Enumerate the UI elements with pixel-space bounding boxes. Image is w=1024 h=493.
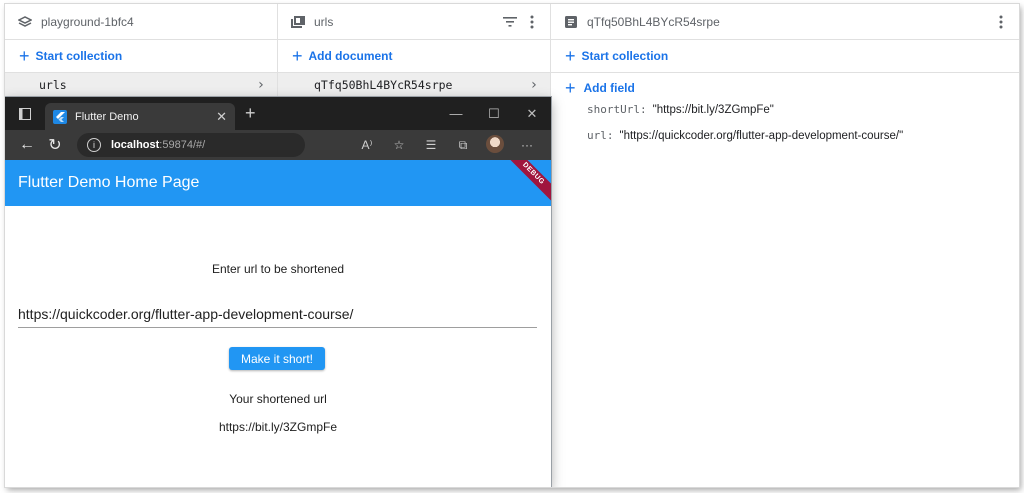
- field-value: "https://bit.ly/3ZGmpFe": [652, 104, 774, 116]
- add-document-label: Add document: [308, 49, 393, 63]
- close-tab-icon[interactable]: ✕: [216, 109, 227, 125]
- chevron-right-icon: ›: [529, 77, 538, 93]
- collection-name: urls: [39, 78, 67, 92]
- window-controls: — ☐ ✕: [437, 106, 551, 122]
- more-menu-icon[interactable]: ···: [511, 138, 543, 152]
- flutter-logo-icon: [53, 109, 67, 124]
- result-label: Your shortened url: [229, 392, 327, 406]
- start-subcollection-button[interactable]: + Start collection: [551, 40, 1019, 73]
- document-panel: qTfq50BhL4BYcR54srpe + Start collection …: [551, 4, 1019, 487]
- flutter-app-content: Enter url to be shortened https://quickc…: [5, 206, 551, 457]
- field-key: url:: [587, 129, 614, 142]
- url-prompt-label: Enter url to be shortened: [211, 262, 345, 276]
- field-value: "https://quickcoder.org/flutter-app-deve…: [619, 130, 904, 142]
- collection-icon: [290, 14, 306, 30]
- new-tab-icon[interactable]: +: [245, 103, 256, 124]
- document-icon: [563, 14, 579, 30]
- document-item[interactable]: qTfq50BhL4BYcR54srpe ›: [278, 73, 550, 97]
- info-icon[interactable]: i: [87, 138, 101, 152]
- project-title: playground-1bfc4: [41, 14, 134, 29]
- plus-icon: +: [292, 46, 303, 66]
- close-window-icon[interactable]: ✕: [513, 106, 551, 122]
- start-collection-button[interactable]: + Start collection: [5, 40, 277, 73]
- field-key: shortUrl:: [587, 103, 647, 116]
- document-id: qTfq50BhL4BYcR54srpe: [314, 78, 453, 92]
- more-vert-icon[interactable]: [993, 14, 1009, 30]
- screenshot-frame: playground-1bfc4 + Start collection urls…: [5, 4, 1019, 487]
- address-path: :59874/#/: [159, 139, 206, 151]
- minimize-icon[interactable]: —: [437, 106, 475, 122]
- start-collection-label: Start collection: [35, 49, 123, 63]
- browser-toolbar: A⁾ ☆ ☰ ⧉ ···: [351, 134, 543, 156]
- favorites-list-icon[interactable]: ☰: [415, 138, 447, 152]
- more-vert-icon[interactable]: [524, 14, 540, 30]
- document-panel-header: qTfq50BhL4BYcR54srpe: [551, 4, 1019, 40]
- firestore-database-icon: [17, 14, 33, 30]
- url-input[interactable]: https://quickcoder.org/flutter-app-devel…: [18, 300, 537, 328]
- flutter-app-bar: Flutter Demo Home Page DEBUG: [5, 160, 551, 206]
- field-row-shorturl[interactable]: shortUrl: "https://bit.ly/3ZGmpFe": [551, 103, 1019, 129]
- profile-avatar[interactable]: [479, 134, 511, 156]
- chevron-right-icon: ›: [256, 77, 265, 93]
- debug-banner: DEBUG: [500, 160, 551, 206]
- back-icon[interactable]: ←: [13, 136, 41, 154]
- root-panel-header: playground-1bfc4: [5, 4, 277, 40]
- tab-actions-icon[interactable]: [5, 107, 45, 120]
- app-bar-title: Flutter Demo Home Page: [18, 174, 200, 191]
- add-field-button[interactable]: + Add field: [551, 73, 1019, 103]
- make-it-short-button[interactable]: Make it short!: [229, 347, 325, 370]
- browser-tab-bar: Flutter Demo ✕ + — ☐ ✕: [5, 97, 551, 130]
- browser-window: Flutter Demo ✕ + — ☐ ✕ ← ↻ i localhost :…: [5, 97, 551, 487]
- maximize-icon[interactable]: ☐: [475, 106, 513, 122]
- collection-item-urls[interactable]: urls ›: [5, 73, 277, 97]
- plus-icon: +: [565, 46, 576, 66]
- plus-icon: +: [565, 77, 576, 98]
- plus-icon: +: [19, 46, 30, 66]
- read-aloud-icon[interactable]: A⁾: [351, 138, 383, 152]
- field-row-url[interactable]: url: "https://quickcoder.org/flutter-app…: [551, 129, 1019, 155]
- collection-panel-header: urls: [278, 4, 550, 40]
- document-title: qTfq50BhL4BYcR54srpe: [587, 14, 720, 29]
- filter-icon[interactable]: [502, 14, 518, 30]
- collections-icon[interactable]: ⧉: [447, 138, 479, 153]
- url-input-value: https://quickcoder.org/flutter-app-devel…: [18, 305, 354, 322]
- shortened-url-value: https://bit.ly/3ZGmpFe: [218, 420, 338, 434]
- refresh-icon[interactable]: ↻: [41, 135, 69, 155]
- address-bar[interactable]: i localhost :59874/#/: [77, 133, 305, 157]
- collection-title: urls: [314, 14, 334, 29]
- add-document-button[interactable]: + Add document: [278, 40, 550, 73]
- favorite-star-icon[interactable]: ☆: [383, 138, 415, 152]
- browser-nav-bar: ← ↻ i localhost :59874/#/ A⁾ ☆ ☰ ⧉ ···: [5, 130, 551, 160]
- tab-title: Flutter Demo: [75, 110, 139, 123]
- address-host: localhost: [111, 139, 160, 151]
- start-collection-label: Start collection: [581, 49, 669, 63]
- browser-tab[interactable]: Flutter Demo ✕: [45, 103, 235, 130]
- add-field-label: Add field: [583, 81, 635, 95]
